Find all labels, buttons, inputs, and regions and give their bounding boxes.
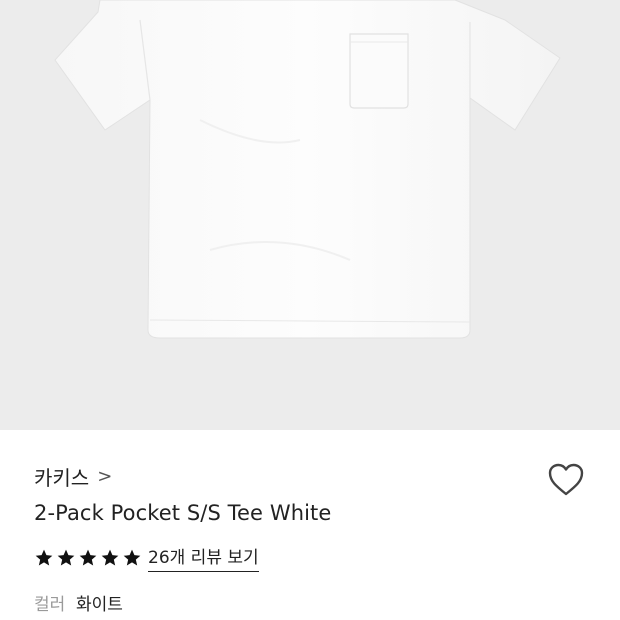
- product-title: 2-Pack Pocket S/S Tee White: [34, 501, 332, 525]
- chevron-right-icon: >: [97, 466, 113, 487]
- star-icon: [57, 549, 75, 565]
- color-option: 컬러 화이트: [34, 590, 123, 615]
- rating-row: 26개 리뷰 보기: [34, 543, 259, 572]
- tshirt-image: [54, 0, 561, 339]
- color-value: 화이트: [76, 595, 123, 615]
- product-image[interactable]: [0, 0, 620, 430]
- star-icon: [35, 549, 53, 565]
- color-label: 컬러: [34, 595, 66, 615]
- star-icon: [79, 549, 97, 565]
- heart-icon[interactable]: [546, 460, 586, 500]
- reviews-link[interactable]: 26개 리뷰 보기: [148, 543, 259, 572]
- brand-link[interactable]: 카키스 >: [34, 462, 112, 491]
- star-icon: [101, 549, 119, 565]
- star-rating: [34, 548, 142, 568]
- star-icon: [123, 549, 141, 565]
- brand-name: 카키스: [34, 466, 90, 490]
